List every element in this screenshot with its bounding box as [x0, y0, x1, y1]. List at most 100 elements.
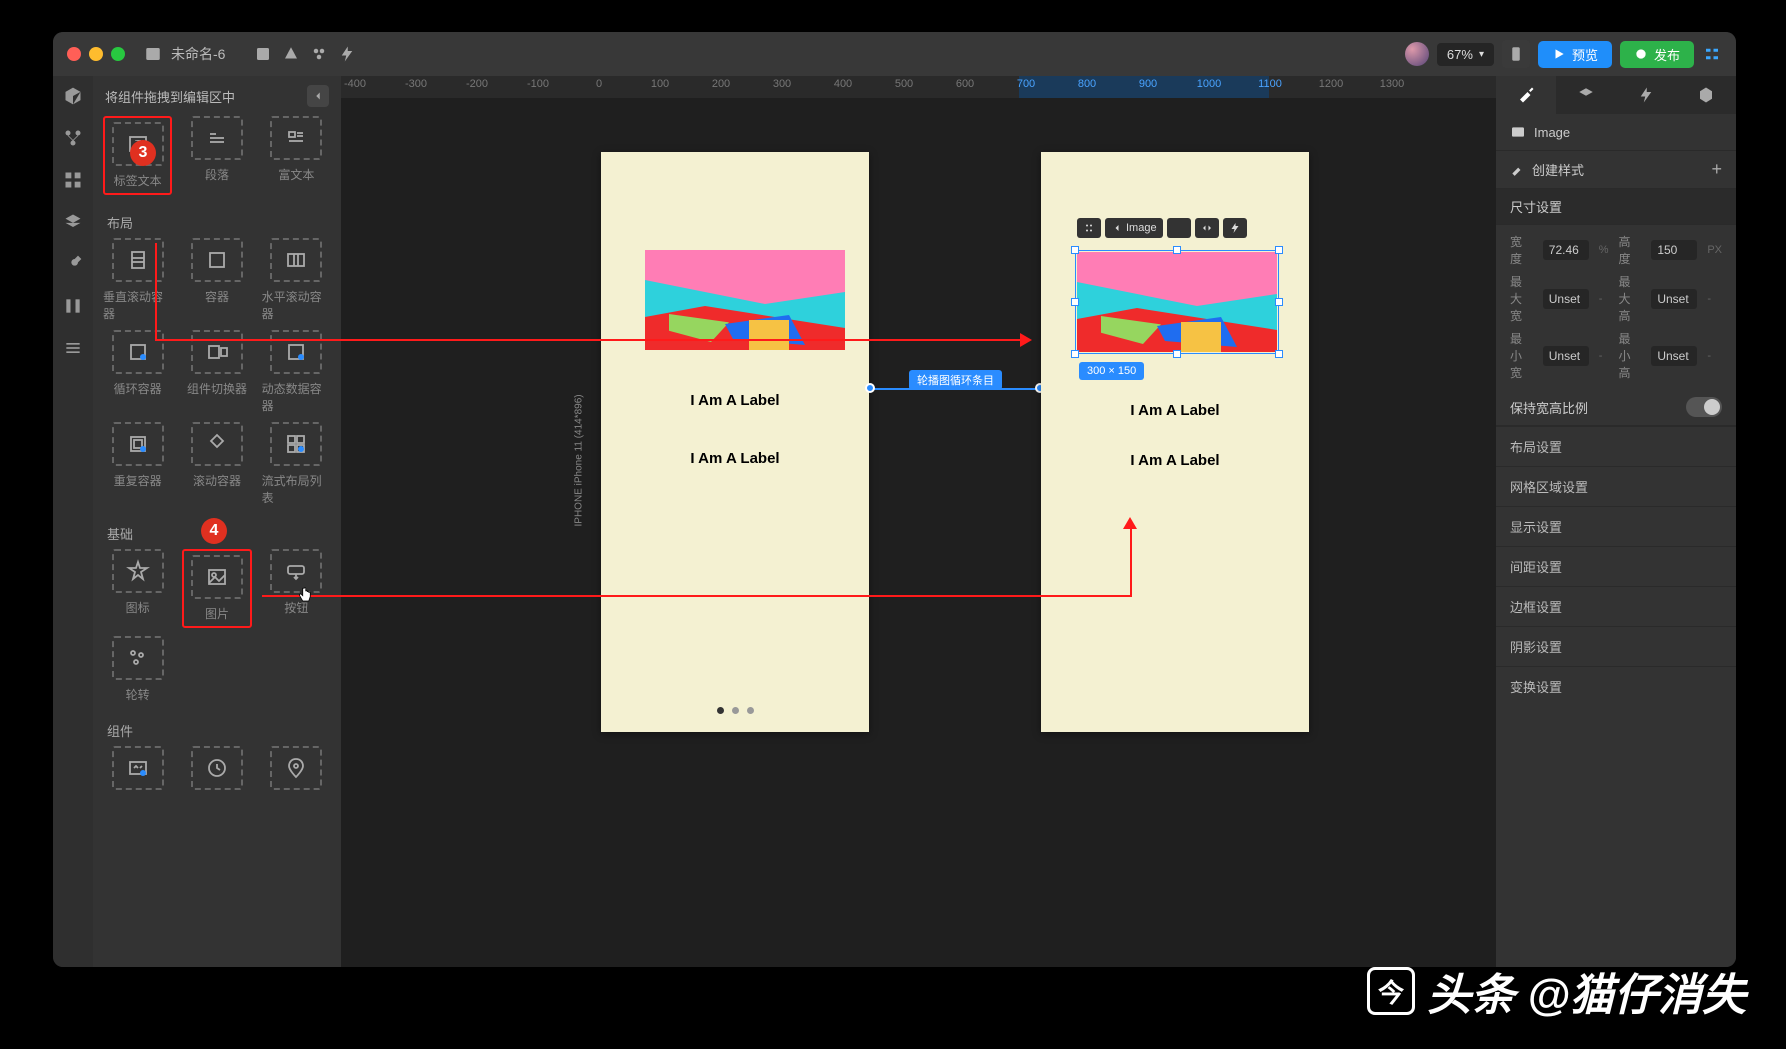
image-preview-1: [645, 250, 845, 350]
basic-row-2: 轮转: [93, 636, 341, 711]
component-carousel[interactable]: 轮转: [103, 636, 172, 703]
height-unit[interactable]: PX: [1707, 244, 1722, 256]
save-icon[interactable]: [253, 44, 273, 64]
grid-icon[interactable]: [63, 170, 83, 190]
create-style-label: 创建样式: [1532, 160, 1584, 179]
device-preview-button[interactable]: [1502, 40, 1530, 68]
tree-icon[interactable]: [63, 128, 83, 148]
shape-icon[interactable]: [281, 44, 301, 64]
artboard-2[interactable]: Image 3: [1041, 152, 1309, 732]
width-label: 宽度: [1510, 233, 1533, 267]
connector-label: 轮播图循环条目: [909, 370, 1002, 390]
list-icon[interactable]: [63, 338, 83, 358]
component-paragraph[interactable]: 段落: [182, 116, 251, 195]
publish-button[interactable]: 发布: [1620, 41, 1694, 68]
maxh-unit[interactable]: -: [1707, 293, 1722, 305]
acc-border[interactable]: 边框设置: [1496, 586, 1736, 626]
expand-button[interactable]: [1167, 218, 1191, 238]
add-icon[interactable]: +: [1711, 159, 1722, 180]
component-hscroll[interactable]: 水平滚动容器: [262, 238, 331, 322]
ruler-tick: 800: [1078, 78, 1096, 90]
tab-layout[interactable]: [1556, 76, 1616, 114]
layers-icon[interactable]: [63, 212, 83, 232]
comp-name: 容器: [205, 288, 229, 305]
acc-grid[interactable]: 网格区域设置: [1496, 466, 1736, 506]
ruler-tick: -300: [405, 78, 427, 90]
minimize-icon[interactable]: [89, 47, 103, 61]
canvas[interactable]: IPHONE iPhone 11 (414*896) I Am A Label …: [341, 98, 1496, 967]
height-label: 高度: [1619, 233, 1642, 267]
width-unit[interactable]: %: [1599, 244, 1609, 256]
component-scroll[interactable]: 滚动容器: [182, 422, 251, 506]
component-widget-a[interactable]: [103, 746, 172, 790]
minw-input[interactable]: Unset: [1543, 346, 1589, 366]
annotation-arrow-1: [1020, 333, 1032, 347]
tab-actions[interactable]: [1616, 76, 1676, 114]
maxh-input[interactable]: Unset: [1651, 289, 1697, 309]
collapse-button[interactable]: [307, 85, 329, 107]
width-input[interactable]: 72.46: [1543, 240, 1589, 260]
component-repeat[interactable]: 重复容器: [103, 422, 172, 506]
acc-display[interactable]: 显示设置: [1496, 506, 1736, 546]
widgets-row: [93, 746, 341, 798]
minw-unit[interactable]: -: [1599, 350, 1609, 362]
component-image[interactable]: 图片: [182, 549, 251, 628]
size-badge: 300 × 150: [1079, 362, 1144, 380]
tab-style[interactable]: [1496, 76, 1556, 114]
ruler-tick: -100: [527, 78, 549, 90]
acc-transform[interactable]: 变换设置: [1496, 666, 1736, 706]
tab-settings[interactable]: [1676, 76, 1736, 114]
component-loop[interactable]: 循环容器: [103, 330, 172, 414]
section-widgets: 组件: [93, 711, 341, 746]
canvas-area[interactable]: -400-300-200-100010020030040050060070080…: [341, 76, 1496, 967]
sidebar-toggle-icon[interactable]: [143, 44, 163, 64]
settings-icon[interactable]: [1702, 44, 1722, 64]
body: 将组件拖拽到编辑区中 T 标签文本 段落 富文本: [53, 76, 1736, 967]
preview-button[interactable]: 预览: [1538, 41, 1612, 68]
component-icon[interactable]: 图标: [103, 549, 172, 628]
cube-icon[interactable]: [63, 86, 83, 106]
component-flow-list[interactable]: 流式布局列表: [262, 422, 331, 506]
drag-handle[interactable]: [1077, 218, 1101, 238]
zoom-dropdown[interactable]: 67%▾: [1437, 43, 1494, 66]
maxw-unit[interactable]: -: [1599, 293, 1609, 305]
dot-2[interactable]: [732, 707, 739, 714]
create-style-row[interactable]: 创建样式 +: [1496, 151, 1736, 189]
component-switcher[interactable]: 组件切换器: [182, 330, 251, 414]
action-button[interactable]: [1223, 218, 1247, 238]
flash-icon[interactable]: [337, 44, 357, 64]
avatar[interactable]: [1405, 42, 1429, 66]
selection-rect[interactable]: [1075, 250, 1279, 354]
component-widget-c[interactable]: [262, 746, 331, 790]
element-type-button[interactable]: Image: [1105, 218, 1163, 238]
acc-spacing[interactable]: 间距设置: [1496, 546, 1736, 586]
annotation-badge-4: 4: [201, 518, 227, 544]
acc-shadow[interactable]: 阴影设置: [1496, 626, 1736, 666]
dot-1[interactable]: [717, 707, 724, 714]
device-label: IPHONE iPhone 11 (414*896): [574, 394, 585, 526]
component-vscroll[interactable]: 垂直滚动容器: [103, 238, 172, 322]
component-widget-b[interactable]: [182, 746, 251, 790]
artboard-1[interactable]: IPHONE iPhone 11 (414*896) I Am A Label …: [601, 152, 869, 732]
annotation-line-1a: [155, 243, 157, 341]
component-container[interactable]: 容器: [182, 238, 251, 322]
wrench-icon[interactable]: [63, 254, 83, 274]
maximize-icon[interactable]: [111, 47, 125, 61]
dot-3[interactable]: [747, 707, 754, 714]
component-dynamic-data[interactable]: 动态数据容器: [262, 330, 331, 414]
panel-hint: 将组件拖拽到编辑区中: [105, 87, 235, 106]
component-richtext[interactable]: 富文本: [262, 116, 331, 195]
height-input[interactable]: 150: [1651, 240, 1697, 260]
close-icon[interactable]: [67, 47, 81, 61]
ruler-tick: 500: [895, 78, 913, 90]
acc-layout[interactable]: 布局设置: [1496, 426, 1736, 466]
connector-start-dot[interactable]: [865, 383, 875, 393]
code-button[interactable]: [1195, 218, 1219, 238]
minh-input[interactable]: Unset: [1651, 346, 1697, 366]
columns-icon[interactable]: [63, 296, 83, 316]
components-icon[interactable]: [309, 44, 329, 64]
minh-unit[interactable]: -: [1707, 350, 1722, 362]
aspect-toggle[interactable]: [1686, 397, 1722, 417]
ruler-tick: 700: [1017, 78, 1035, 90]
maxw-input[interactable]: Unset: [1543, 289, 1589, 309]
